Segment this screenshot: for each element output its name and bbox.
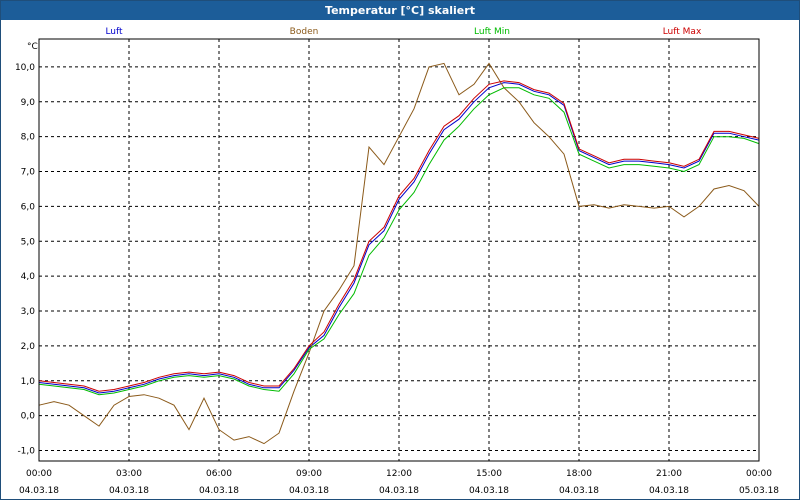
chart-window: Temperatur [°C] skaliert Luft Boden Luft M… [0,0,800,500]
y-tick-label: 0,0 [21,412,36,422]
y-tick-label: 1,0 [21,377,36,387]
y-tick-label: 9,0 [21,98,36,108]
y-tick-label: 5,0 [21,237,36,247]
x-tick-date: 04.03.18 [289,486,329,496]
x-tick-date: 04.03.18 [109,486,149,496]
x-tick-time: 00:00 [746,469,772,479]
x-axis-ticks: 00:00 04.03.18 03:00 04.03.18 06:00 04.03.18 0… [19,469,779,496]
x-tick-time: 06:00 [206,469,232,479]
x-tick-time: 21:00 [656,469,682,479]
y-tick-label: 2,0 [21,342,36,352]
x-tick-date: 04.03.18 [649,486,689,496]
x-tick-date: 04.03.18 [19,486,59,496]
y-tick-label: 7,0 [21,168,36,178]
y-tick-label: 3,0 [21,307,36,317]
y-axis-label: °C [27,42,38,52]
y-tick-label: 6,0 [21,202,36,212]
y-axis-ticks: -1,0 0,0 1,0 2,0 3,0 4,0 5,0 6,0 7,0 8,0 9,0 10,0 [15,63,35,457]
x-tick-date: 05.03.18 [739,486,779,496]
y-tick-label: 8,0 [21,133,36,143]
temperature-chart: Luft Boden Luft Min Luft Max °C -1,0 0,0 1,0 2… [15,27,779,496]
x-tick-time: 12:00 [386,469,412,479]
legend-item: Luft [105,27,123,37]
legend-item: Luft Min [474,27,510,37]
legend-item: Boden [290,27,319,37]
series-line-boden [38,62,760,445]
x-tick-time: 15:00 [476,469,502,479]
legend-item: Luft Max [663,27,702,37]
y-tick-label: 10,0 [15,63,35,73]
x-tick-date: 04.03.18 [379,486,419,496]
grid [39,39,759,461]
y-tick-label: 4,0 [21,272,36,282]
series-lines [38,62,760,445]
x-tick-date: 04.03.18 [469,486,509,496]
y-tick-label: -1,0 [17,447,35,457]
series-line-luft-max [38,80,760,392]
x-tick-time: 03:00 [116,469,142,479]
x-tick-time: 18:00 [566,469,592,479]
x-tick-time: 09:00 [296,469,322,479]
window-title: Temperatur [°C] skaliert [1,1,799,20]
x-tick-time: 00:00 [26,469,52,479]
x-tick-date: 04.03.18 [559,486,599,496]
legend: Luft Boden Luft Min Luft Max [105,27,702,37]
x-tick-date: 04.03.18 [199,486,239,496]
